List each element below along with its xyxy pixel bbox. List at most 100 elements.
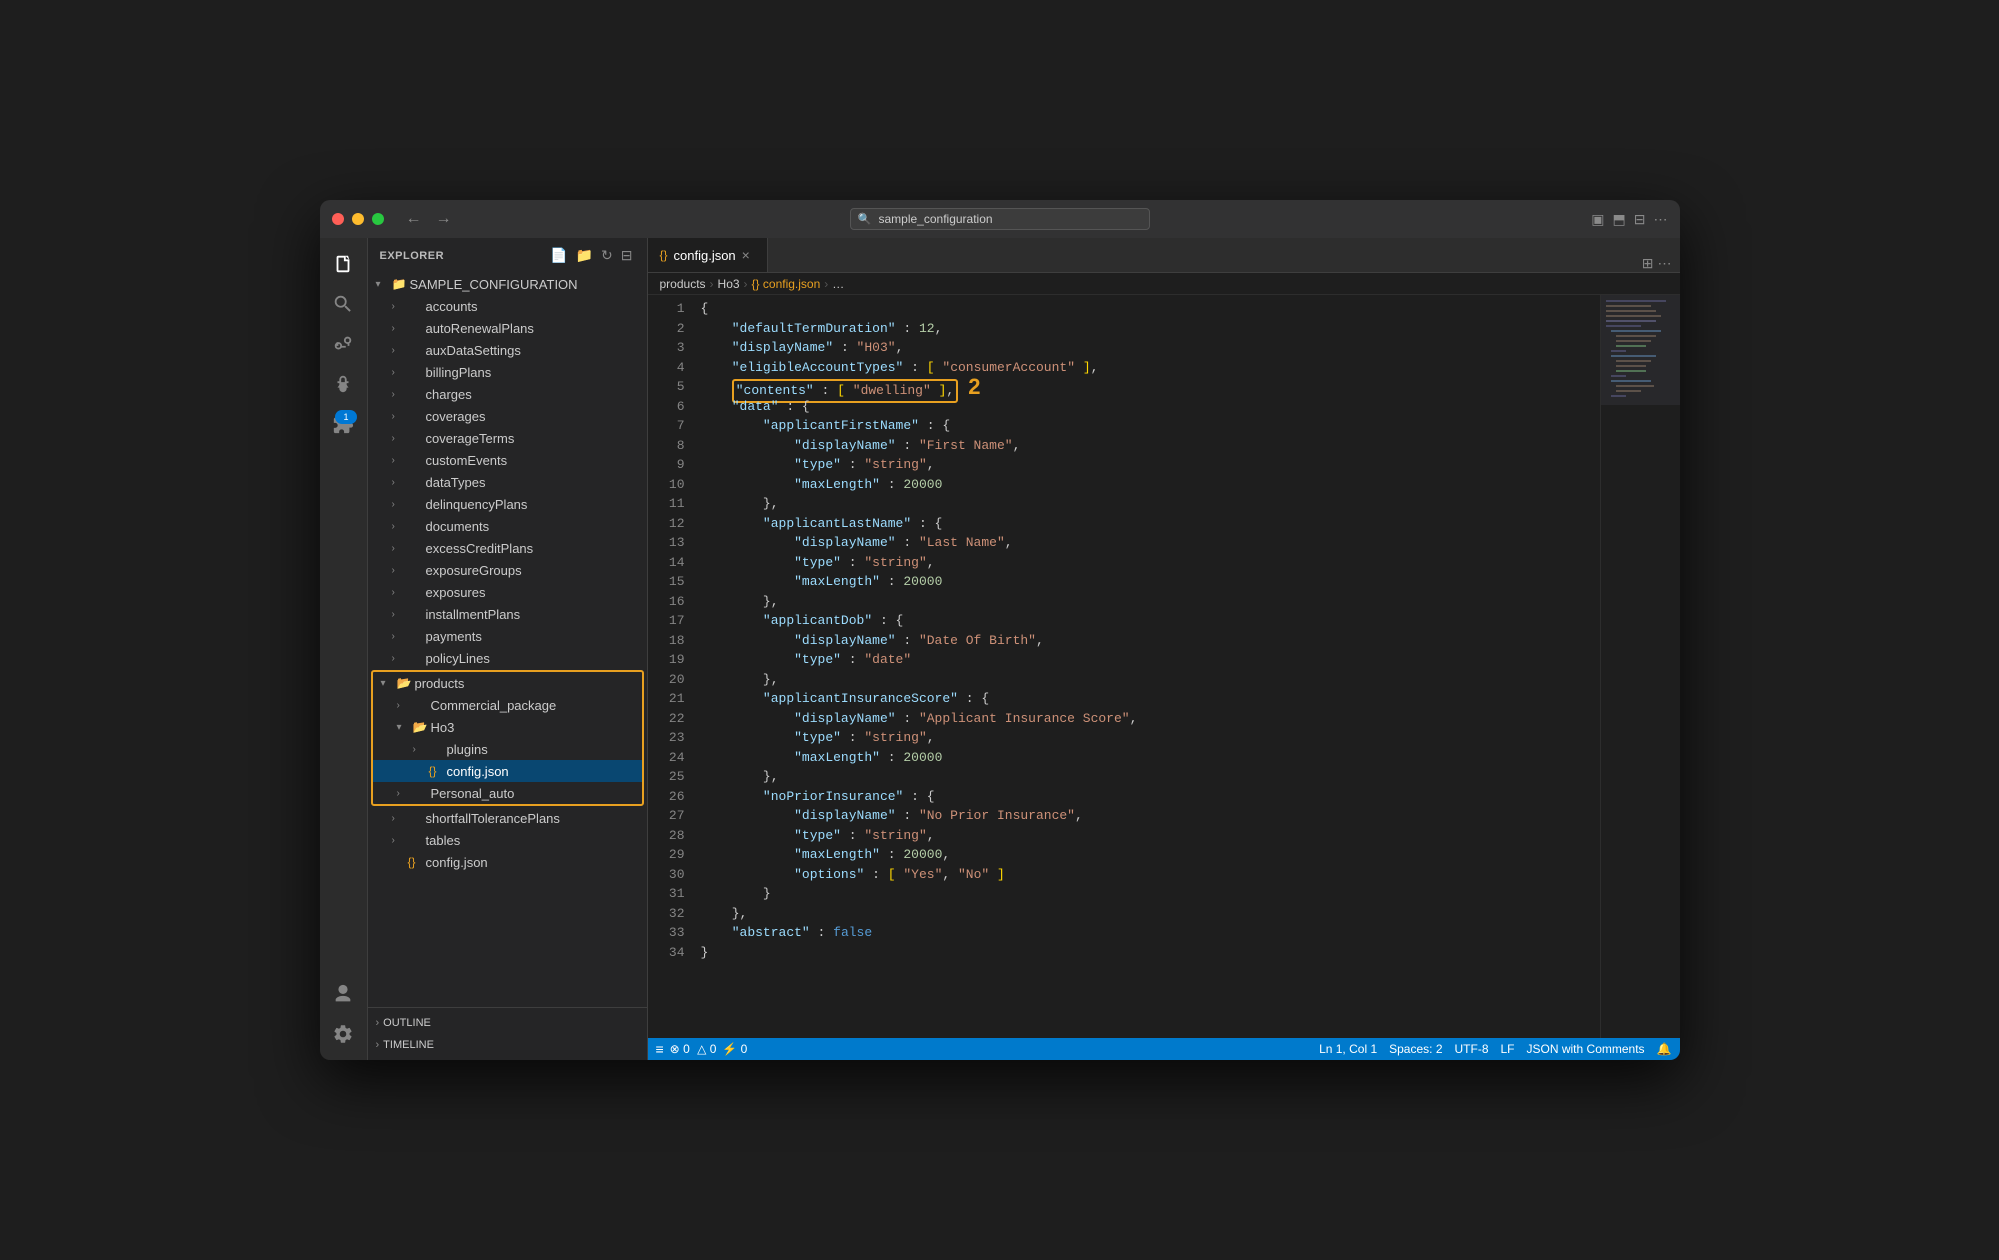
more-actions-button[interactable]: ⋯	[1658, 255, 1672, 272]
sidebar-item-dataTypes[interactable]: › dataTypes	[368, 471, 647, 493]
breadcrumb: products › Ho3 › {} config.json › …	[648, 273, 1680, 295]
sidebar-item-commercial-package[interactable]: › Commercial_package	[373, 694, 642, 716]
breadcrumb-sep-1: ›	[710, 277, 714, 291]
root-config-label: config.json	[426, 855, 647, 870]
status-errors[interactable]: ⊗ 0 △ 0	[670, 1042, 717, 1056]
chevron-right-icon: ›	[392, 389, 408, 400]
account-activity-icon[interactable]	[325, 976, 361, 1012]
new-folder-button[interactable]: 📁	[574, 245, 595, 266]
commercial-package-label: Commercial_package	[431, 698, 642, 713]
sidebar-item-installmentPlans[interactable]: › installmentPlans	[368, 603, 647, 625]
charges-label: charges	[426, 387, 647, 402]
explorer-activity-icon[interactable]	[325, 246, 361, 282]
back-button[interactable]: ←	[402, 208, 426, 230]
minimize-button[interactable]	[352, 213, 364, 225]
code-content[interactable]: { "defaultTermDuration" : 12, "displayNa…	[693, 295, 1600, 1038]
installmentPlans-label: installmentPlans	[426, 607, 647, 622]
tab-close-button[interactable]: ×	[742, 247, 750, 263]
code-line-2: "defaultTermDuration" : 12,	[693, 319, 1600, 339]
breadcrumb-products[interactable]: products	[660, 277, 706, 291]
activity-bar-bottom	[325, 976, 361, 1052]
chevron-right-icon: ›	[397, 700, 413, 711]
code-line-21: "applicantInsuranceScore" : {	[693, 689, 1600, 709]
code-line-31: }	[693, 884, 1600, 904]
debug-activity-icon[interactable]	[325, 366, 361, 402]
sidebar-toggle-button[interactable]: ▣	[1591, 211, 1604, 228]
sidebar-item-products[interactable]: ▾ 📂 products	[373, 672, 642, 694]
outline-section[interactable]: › OUTLINE	[368, 1012, 647, 1034]
cursor-position[interactable]: Ln 1, Col 1	[1319, 1042, 1377, 1056]
chevron-right-icon: ›	[392, 521, 408, 532]
spaces-indicator[interactable]: Spaces: 2	[1389, 1042, 1442, 1056]
timeline-section[interactable]: › TIMELINE	[368, 1034, 647, 1056]
main-layout: EXPLORER 📄 📁 ↻ ⊟ ▾ 📁 SAMPLE_CONFIGURATIO…	[320, 238, 1680, 1060]
minimap-svg	[1601, 295, 1680, 795]
chevron-right-icon: ›	[392, 477, 408, 488]
collapse-button[interactable]: ⊟	[619, 245, 635, 266]
sidebar-item-config-json[interactable]: › {} config.json	[373, 760, 642, 782]
sidebar-item-accounts[interactable]: › accounts	[368, 295, 647, 317]
encoding-indicator[interactable]: UTF-8	[1455, 1042, 1489, 1056]
exposures-label: exposures	[426, 585, 647, 600]
status-remote[interactable]: ⚡ 0	[722, 1042, 747, 1056]
sidebar-item-ho3[interactable]: ▾ 📂 Ho3	[373, 716, 642, 738]
line-ending-indicator[interactable]: LF	[1501, 1042, 1515, 1056]
close-button[interactable]	[332, 213, 344, 225]
sidebar-item-shortfallTolerancePlans[interactable]: › shortfallTolerancePlans	[368, 807, 647, 829]
sidebar-item-customEvents[interactable]: › customEvents	[368, 449, 647, 471]
sidebar-item-tables[interactable]: › tables	[368, 829, 647, 851]
plugins-label: plugins	[447, 742, 642, 757]
layout-button[interactable]: ⊟	[1634, 211, 1646, 228]
code-line-8: "displayName" : "First Name",	[693, 436, 1600, 456]
sidebar-item-autoRenewalPlans[interactable]: › autoRenewalPlans	[368, 317, 647, 339]
sidebar-item-charges[interactable]: › charges	[368, 383, 647, 405]
dataTypes-label: dataTypes	[426, 475, 647, 490]
maximize-button[interactable]	[372, 213, 384, 225]
sidebar-item-personal-auto[interactable]: › Personal_auto	[373, 782, 642, 804]
sidebar-item-exposureGroups[interactable]: › exposureGroups	[368, 559, 647, 581]
breadcrumb-ho3[interactable]: Ho3	[718, 277, 740, 291]
search-activity-icon[interactable]	[325, 286, 361, 322]
breadcrumb-config-json[interactable]: {} config.json	[752, 277, 821, 291]
auxDataSettings-label: auxDataSettings	[426, 343, 647, 358]
sidebar-item-plugins[interactable]: › plugins	[373, 738, 642, 760]
extensions-activity-icon[interactable]	[325, 406, 361, 442]
new-file-button[interactable]: 📄	[548, 245, 569, 266]
sidebar-item-coverages[interactable]: › coverages	[368, 405, 647, 427]
more-button[interactable]: ⋯	[1654, 211, 1668, 228]
warning-count: 0	[710, 1042, 717, 1056]
json-file-icon: {}	[408, 855, 426, 869]
json-icon: {}	[660, 248, 668, 262]
split-editor-button[interactable]: ⊞	[1642, 255, 1654, 272]
sidebar-item-policyLines[interactable]: › policyLines	[368, 647, 647, 669]
policyLines-label: policyLines	[426, 651, 647, 666]
panel-toggle-button[interactable]: ⬒	[1613, 211, 1626, 228]
code-line-10: "maxLength" : 20000	[693, 475, 1600, 495]
code-editor: 12345 678910 1112131415 1617181920 21222…	[648, 295, 1680, 1038]
breadcrumb-ellipsis[interactable]: …	[832, 277, 844, 291]
remote-icon: ⚡	[722, 1042, 737, 1056]
sidebar-item-billingPlans[interactable]: › billingPlans	[368, 361, 647, 383]
tab-config-json[interactable]: {} config.json ×	[648, 237, 768, 272]
forward-button[interactable]: →	[432, 208, 456, 230]
sidebar-item-excessCreditPlans[interactable]: › excessCreditPlans	[368, 537, 647, 559]
sidebar-item-auxDataSettings[interactable]: › auxDataSettings	[368, 339, 647, 361]
folder-open-icon: 📂	[413, 720, 431, 734]
sidebar-item-payments[interactable]: › payments	[368, 625, 647, 647]
chevron-down-icon: ▾	[376, 279, 392, 290]
language-indicator[interactable]: JSON with Comments	[1527, 1042, 1645, 1056]
vscode-logo: ≡	[656, 1041, 664, 1057]
sidebar-item-documents[interactable]: › documents	[368, 515, 647, 537]
sidebar-item-exposures[interactable]: › exposures	[368, 581, 647, 603]
code-line-33: "abstract" : false	[693, 923, 1600, 943]
sidebar-item-delinquencyPlans[interactable]: › delinquencyPlans	[368, 493, 647, 515]
refresh-button[interactable]: ↻	[599, 245, 615, 266]
sidebar-item-coverageTerms[interactable]: › coverageTerms	[368, 427, 647, 449]
sidebar-item-root-config-json[interactable]: › {} config.json	[368, 851, 647, 873]
customEvents-label: customEvents	[426, 453, 647, 468]
source-control-activity-icon[interactable]	[325, 326, 361, 362]
notifications-bell[interactable]: 🔔	[1657, 1042, 1672, 1056]
titlebar-search-input[interactable]	[850, 208, 1150, 230]
settings-activity-icon[interactable]	[325, 1016, 361, 1052]
root-folder[interactable]: ▾ 📁 SAMPLE_CONFIGURATION	[368, 273, 647, 295]
